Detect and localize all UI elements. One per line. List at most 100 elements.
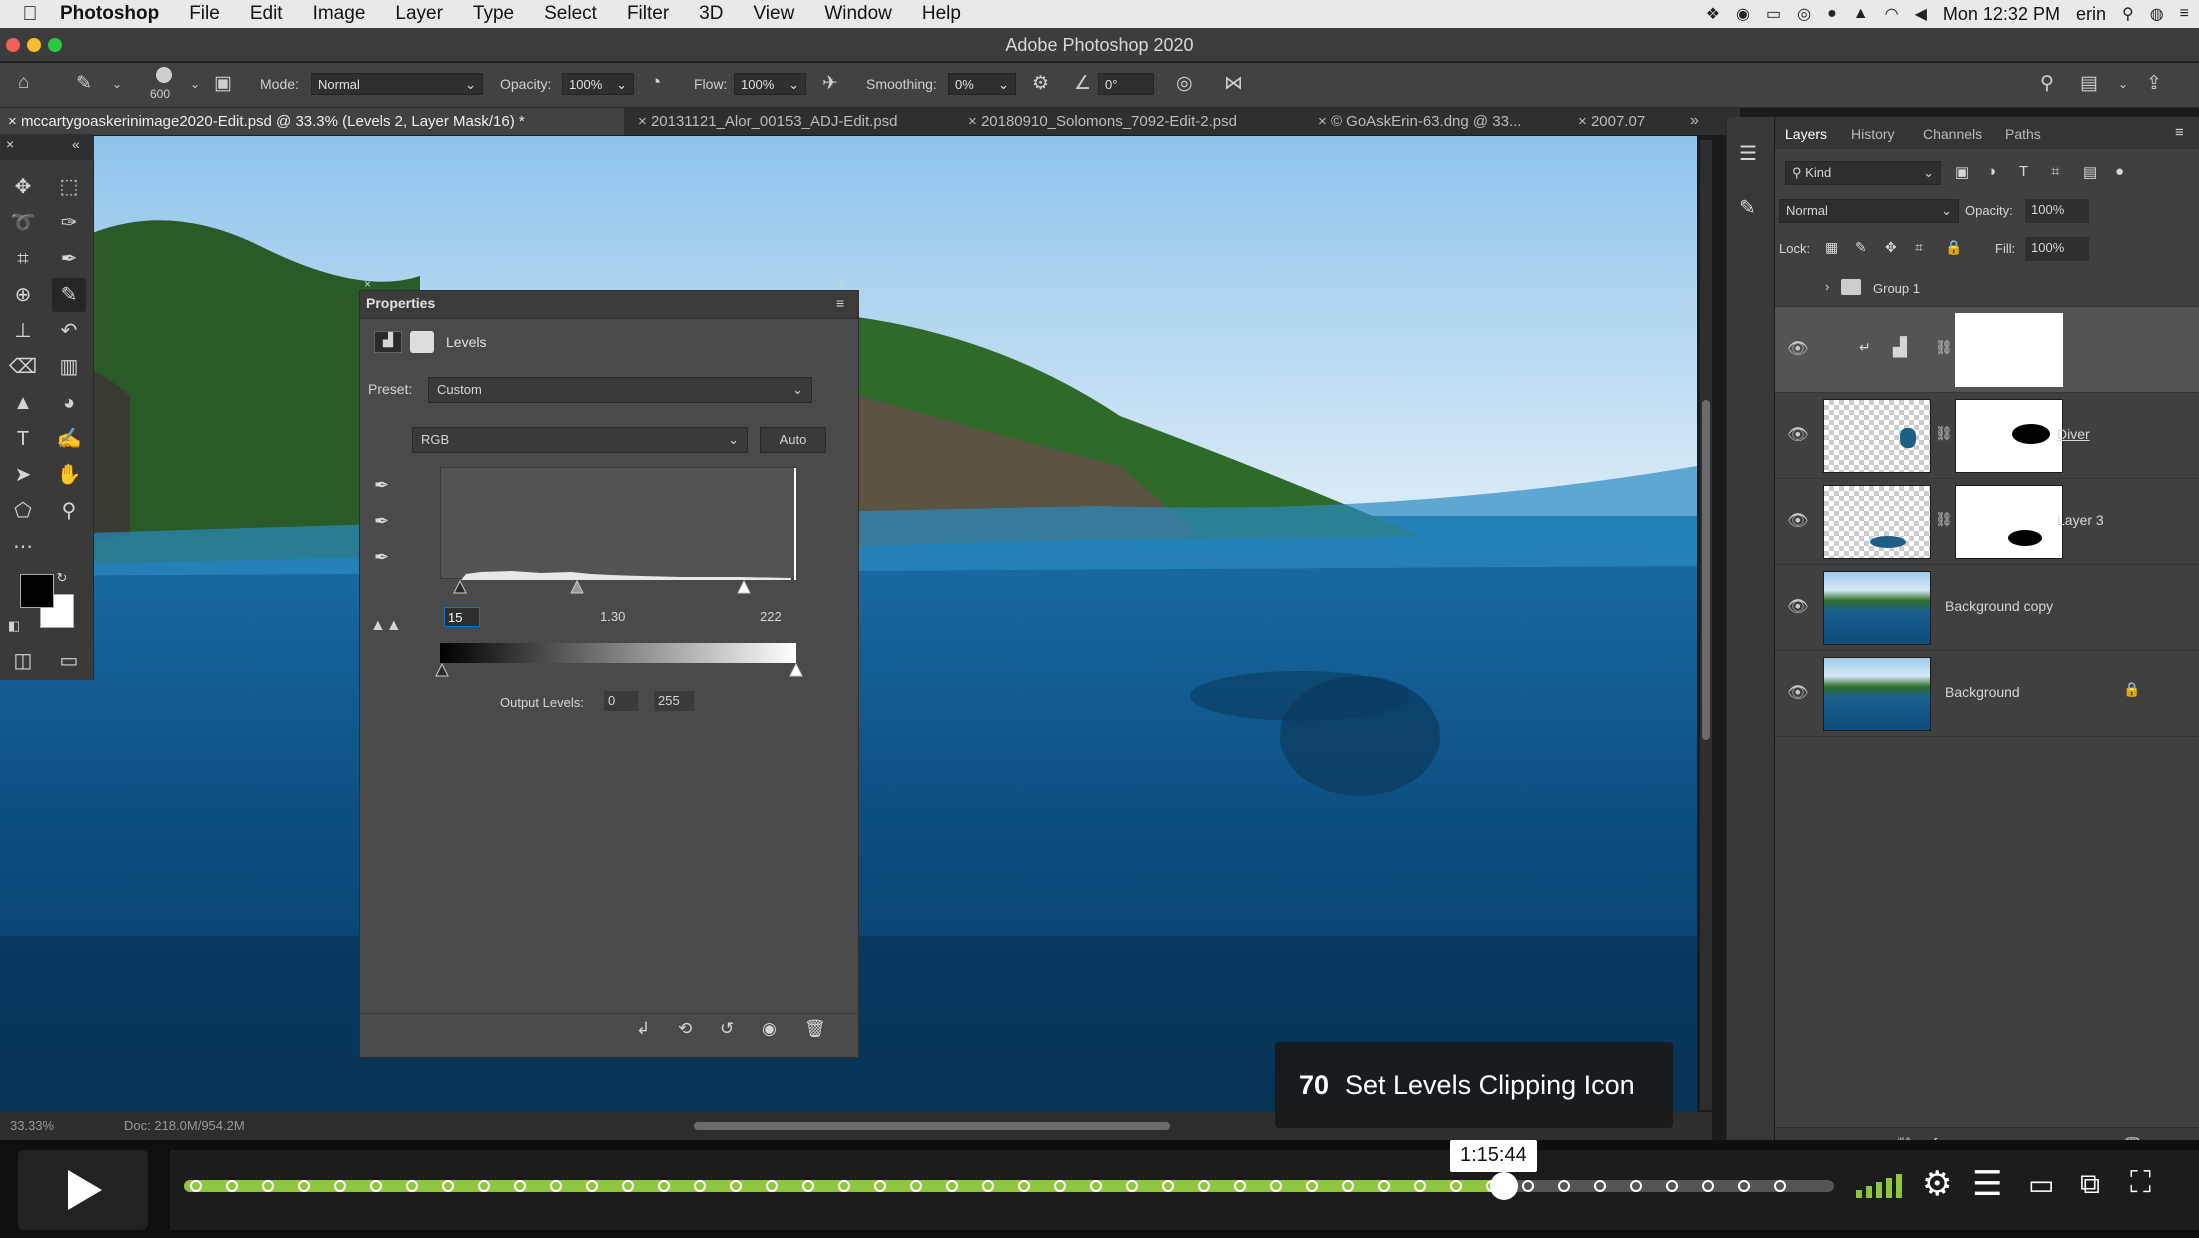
close-icon[interactable]: × [6, 136, 14, 152]
gradient-tool-icon[interactable]: ▥ [52, 350, 86, 384]
chapter-marker[interactable] [1018, 1180, 1030, 1192]
output-sliders[interactable] [434, 663, 806, 679]
more-tools-icon[interactable]: ⋯ [6, 530, 40, 564]
chapter-marker[interactable] [1738, 1180, 1750, 1192]
chapter-marker[interactable] [298, 1180, 310, 1192]
chapter-marker[interactable] [514, 1180, 526, 1192]
close-icon[interactable]: × [968, 113, 981, 130]
layer-row-background-copy[interactable]: 👁 Background copy [1775, 565, 2199, 651]
play-button[interactable] [18, 1150, 148, 1230]
pressure-opacity-icon[interactable]: ◔ [650, 72, 661, 94]
layer-name[interactable]: Background copy [1945, 598, 2053, 614]
chevron-down-icon[interactable]: ⌄ [112, 77, 122, 91]
quality-bars-icon[interactable] [1856, 1174, 1906, 1198]
visibility-eye-icon[interactable]: 👁 [1787, 425, 1809, 445]
chain-link-icon[interactable]: ⛓ [1935, 511, 1953, 528]
tab-paths[interactable]: Paths [2005, 126, 2041, 142]
siri-icon[interactable]: ◍ [2150, 4, 2164, 24]
opacity-input[interactable]: 100% ⌄ [562, 73, 634, 95]
share-icon[interactable]: ⇪ [2146, 72, 2162, 95]
move-tool-icon[interactable]: ✥ [6, 170, 40, 204]
chapter-marker[interactable] [1234, 1180, 1246, 1192]
chapter-marker[interactable] [946, 1180, 958, 1192]
status-icon[interactable]: ◉ [1736, 4, 1750, 24]
layer-group-row[interactable]: › Group 1 [1775, 271, 2199, 307]
pressure-size-icon[interactable]: ◎ [1176, 72, 1193, 95]
chapter-marker[interactable] [910, 1180, 922, 1192]
seek-track[interactable] [184, 1172, 1834, 1200]
spotlight-search-icon[interactable]: ⚲ [2122, 4, 2134, 24]
tab-history[interactable]: History [1851, 126, 1895, 142]
airplay-icon[interactable]: ▭ [2028, 1168, 2054, 1201]
reset-icon[interactable]: ↺ [720, 1019, 734, 1039]
lock-artboard-icon[interactable]: ⌗ [1915, 239, 1923, 256]
gray-point-eyedropper-icon[interactable]: ✒ [374, 511, 389, 532]
volume-icon[interactable]: ◀ [1915, 4, 1927, 24]
chapter-marker[interactable] [1270, 1180, 1282, 1192]
panel-menu-icon[interactable]: ≡ [836, 295, 844, 311]
channel-select[interactable]: RGB ⌄ [412, 427, 748, 453]
chapter-marker[interactable] [190, 1180, 202, 1192]
swap-colors-icon[interactable]: ↻ [52, 568, 72, 588]
chapter-marker[interactable] [1306, 1180, 1318, 1192]
home-icon[interactable]: ⌂ [18, 72, 29, 94]
eyedropper-tool-icon[interactable]: ✒ [52, 242, 86, 276]
close-icon[interactable]: × [364, 277, 371, 291]
tab-layers[interactable]: Layers [1785, 126, 1827, 142]
input-gamma-value[interactable]: 1.30 [600, 609, 625, 624]
chapter-marker[interactable] [1630, 1180, 1642, 1192]
tab-document-2[interactable]: × 20131121_Alor_00153_ADJ-Edit.psd [630, 108, 906, 135]
close-icon[interactable]: × [1578, 113, 1591, 130]
default-colors-icon[interactable]: ◧ [4, 616, 24, 636]
filter-kind-select[interactable]: ⚲ Kind ⌄ [1785, 161, 1941, 185]
clip-to-layer-icon[interactable]: ↲ [636, 1019, 650, 1039]
menu-3d[interactable]: 3D [699, 3, 723, 25]
tab-document-5[interactable]: × 2007.07 [1570, 108, 1653, 135]
clone-stamp-tool-icon[interactable]: ⊥ [6, 314, 40, 348]
white-point-eyedropper-icon[interactable]: ✒ [374, 547, 389, 568]
layer-row-levels[interactable]: 👁 ↵ ▟ ⛓ [1775, 307, 2199, 393]
zoom-tool-icon[interactable]: ⚲ [52, 494, 86, 528]
menu-file[interactable]: File [189, 3, 220, 25]
chapter-marker[interactable] [622, 1180, 634, 1192]
picture-in-picture-icon[interactable]: ⧉ [2080, 1168, 2100, 1201]
foreground-color-swatch-top[interactable] [20, 574, 54, 608]
chapter-marker[interactable] [982, 1180, 994, 1192]
angle-input[interactable]: 0° [1098, 73, 1154, 95]
menu-window[interactable]: Window [824, 3, 892, 25]
scroll-thumb[interactable] [1702, 400, 1710, 740]
tab-document-1[interactable]: × mccartygoaskerinimage2020-Edit.psd @ 3… [0, 108, 624, 135]
menu-select[interactable]: Select [544, 3, 597, 25]
output-white-field[interactable]: 255 [654, 691, 694, 711]
brush-preview-icon[interactable] [156, 67, 172, 83]
layer-row-diver[interactable]: 👁 ⛓ Diver [1775, 393, 2199, 479]
zoom-level[interactable]: 33.33% [10, 1118, 54, 1133]
brush-tool-icon[interactable]: ✎ [52, 278, 86, 312]
menubar-user[interactable]: erin [2076, 4, 2106, 25]
quick-mask-icon[interactable]: ◫ [6, 644, 40, 678]
layer-mask-icon[interactable] [410, 331, 434, 353]
delete-icon[interactable]: 🗑 [804, 1019, 826, 1039]
mode-select[interactable]: Normal ⌄ [311, 73, 483, 95]
symmetry-icon[interactable]: ⋈ [1224, 72, 1243, 95]
menu-app-name[interactable]: Photoshop [60, 3, 159, 25]
chapter-marker[interactable] [406, 1180, 418, 1192]
collapse-icon[interactable]: « [838, 277, 845, 291]
chapter-marker[interactable] [1666, 1180, 1678, 1192]
filter-smart-object-icon[interactable]: ▤ [2083, 163, 2097, 181]
chapter-marker[interactable] [1126, 1180, 1138, 1192]
pen-tool-icon[interactable]: ✍ [52, 422, 86, 456]
collapse-icon[interactable]: « [72, 136, 80, 152]
chapters-list-icon[interactable]: ☰ [1972, 1164, 2002, 1204]
hand-tool-icon[interactable]: ✋ [52, 458, 86, 492]
layer-mask-thumbnail[interactable] [1955, 485, 2063, 559]
display-icon[interactable]: ▭ [1766, 4, 1781, 24]
input-sliders[interactable] [440, 579, 800, 597]
chapter-marker[interactable] [1558, 1180, 1570, 1192]
filter-shape-icon[interactable]: ⌗ [2051, 163, 2059, 180]
chapter-marker[interactable] [1522, 1180, 1534, 1192]
layer-row-background[interactable]: 👁 Background 🔒 [1775, 651, 2199, 737]
fullscreen-icon[interactable]: ⛶ [2130, 1166, 2151, 1200]
chapter-marker[interactable] [226, 1180, 238, 1192]
chapter-marker[interactable] [1702, 1180, 1714, 1192]
